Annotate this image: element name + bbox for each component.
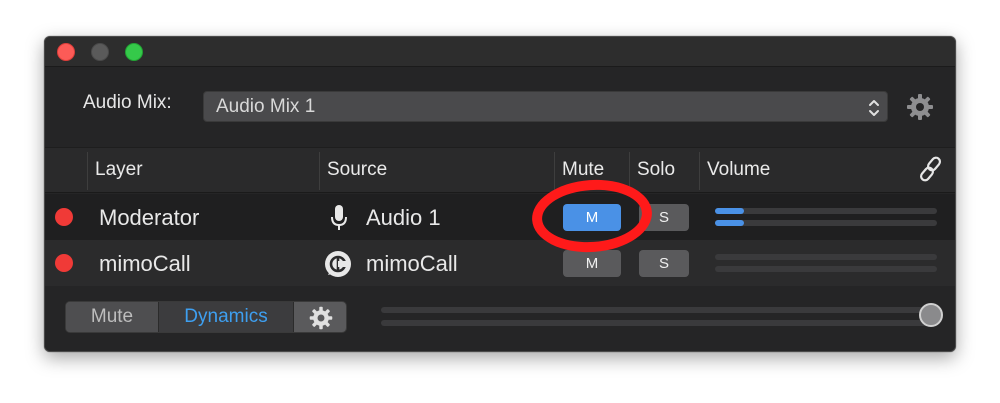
gear-icon[interactable]	[905, 92, 935, 122]
audio-mix-label: Audio Mix:	[83, 92, 172, 113]
column-header-solo[interactable]: Solo	[629, 148, 675, 194]
source-name: Audio 1	[366, 205, 441, 230]
audio-mix-select[interactable]: Audio Mix 1	[203, 91, 888, 122]
volume-meter-left	[715, 254, 937, 260]
layer-name: Moderator	[99, 205, 200, 230]
dynamics-tab[interactable]: Dynamics	[158, 302, 294, 332]
status-dot	[55, 208, 73, 226]
mimocall-icon	[322, 249, 354, 284]
audio-mixer-window: Audio Mix: Audio Mix 1 Layer Source Mute…	[44, 36, 956, 352]
volume-meter-left	[715, 208, 937, 214]
mode-segmented-control: Mute Dynamics	[65, 301, 347, 333]
column-header-source[interactable]: Source	[319, 148, 387, 194]
audio-mix-selected-value: Audio Mix 1	[216, 96, 316, 117]
column-header-layer[interactable]: Layer	[87, 148, 143, 194]
chevron-updown-icon	[869, 100, 879, 116]
column-header-volume[interactable]: Volume	[699, 148, 770, 194]
gear-icon	[309, 306, 333, 330]
link-icon[interactable]	[917, 154, 945, 189]
close-window-button[interactable]	[57, 43, 75, 61]
volume-meter-fill	[715, 220, 744, 226]
table-row[interactable]: mimoCall mimoCall M S	[45, 240, 955, 286]
solo-button[interactable]: S	[639, 250, 689, 277]
master-volume-track[interactable]	[381, 320, 931, 326]
volume-meter-right	[715, 266, 937, 272]
master-volume-track[interactable]	[381, 307, 931, 313]
volume-meter-fill	[715, 208, 744, 214]
source-name: mimoCall	[366, 251, 458, 276]
title-bar	[45, 37, 955, 67]
mute-tab[interactable]: Mute	[66, 302, 158, 332]
table-row[interactable]: Moderator Audio 1 M S	[45, 194, 955, 240]
layer-name: mimoCall	[99, 251, 191, 276]
volume-meter-right	[715, 220, 937, 226]
table-header: Layer Source Mute Solo Volume	[45, 147, 955, 193]
microphone-icon	[329, 203, 349, 238]
status-dot	[55, 254, 73, 272]
footer-bar: Mute Dynamics	[45, 287, 955, 351]
mute-button[interactable]: M	[563, 250, 621, 277]
audio-mix-bar: Audio Mix: Audio Mix 1	[45, 67, 955, 147]
minimize-window-button[interactable]	[91, 43, 109, 61]
master-volume-knob[interactable]	[919, 303, 943, 327]
dynamics-settings-button[interactable]	[294, 302, 346, 332]
zoom-window-button[interactable]	[125, 43, 143, 61]
